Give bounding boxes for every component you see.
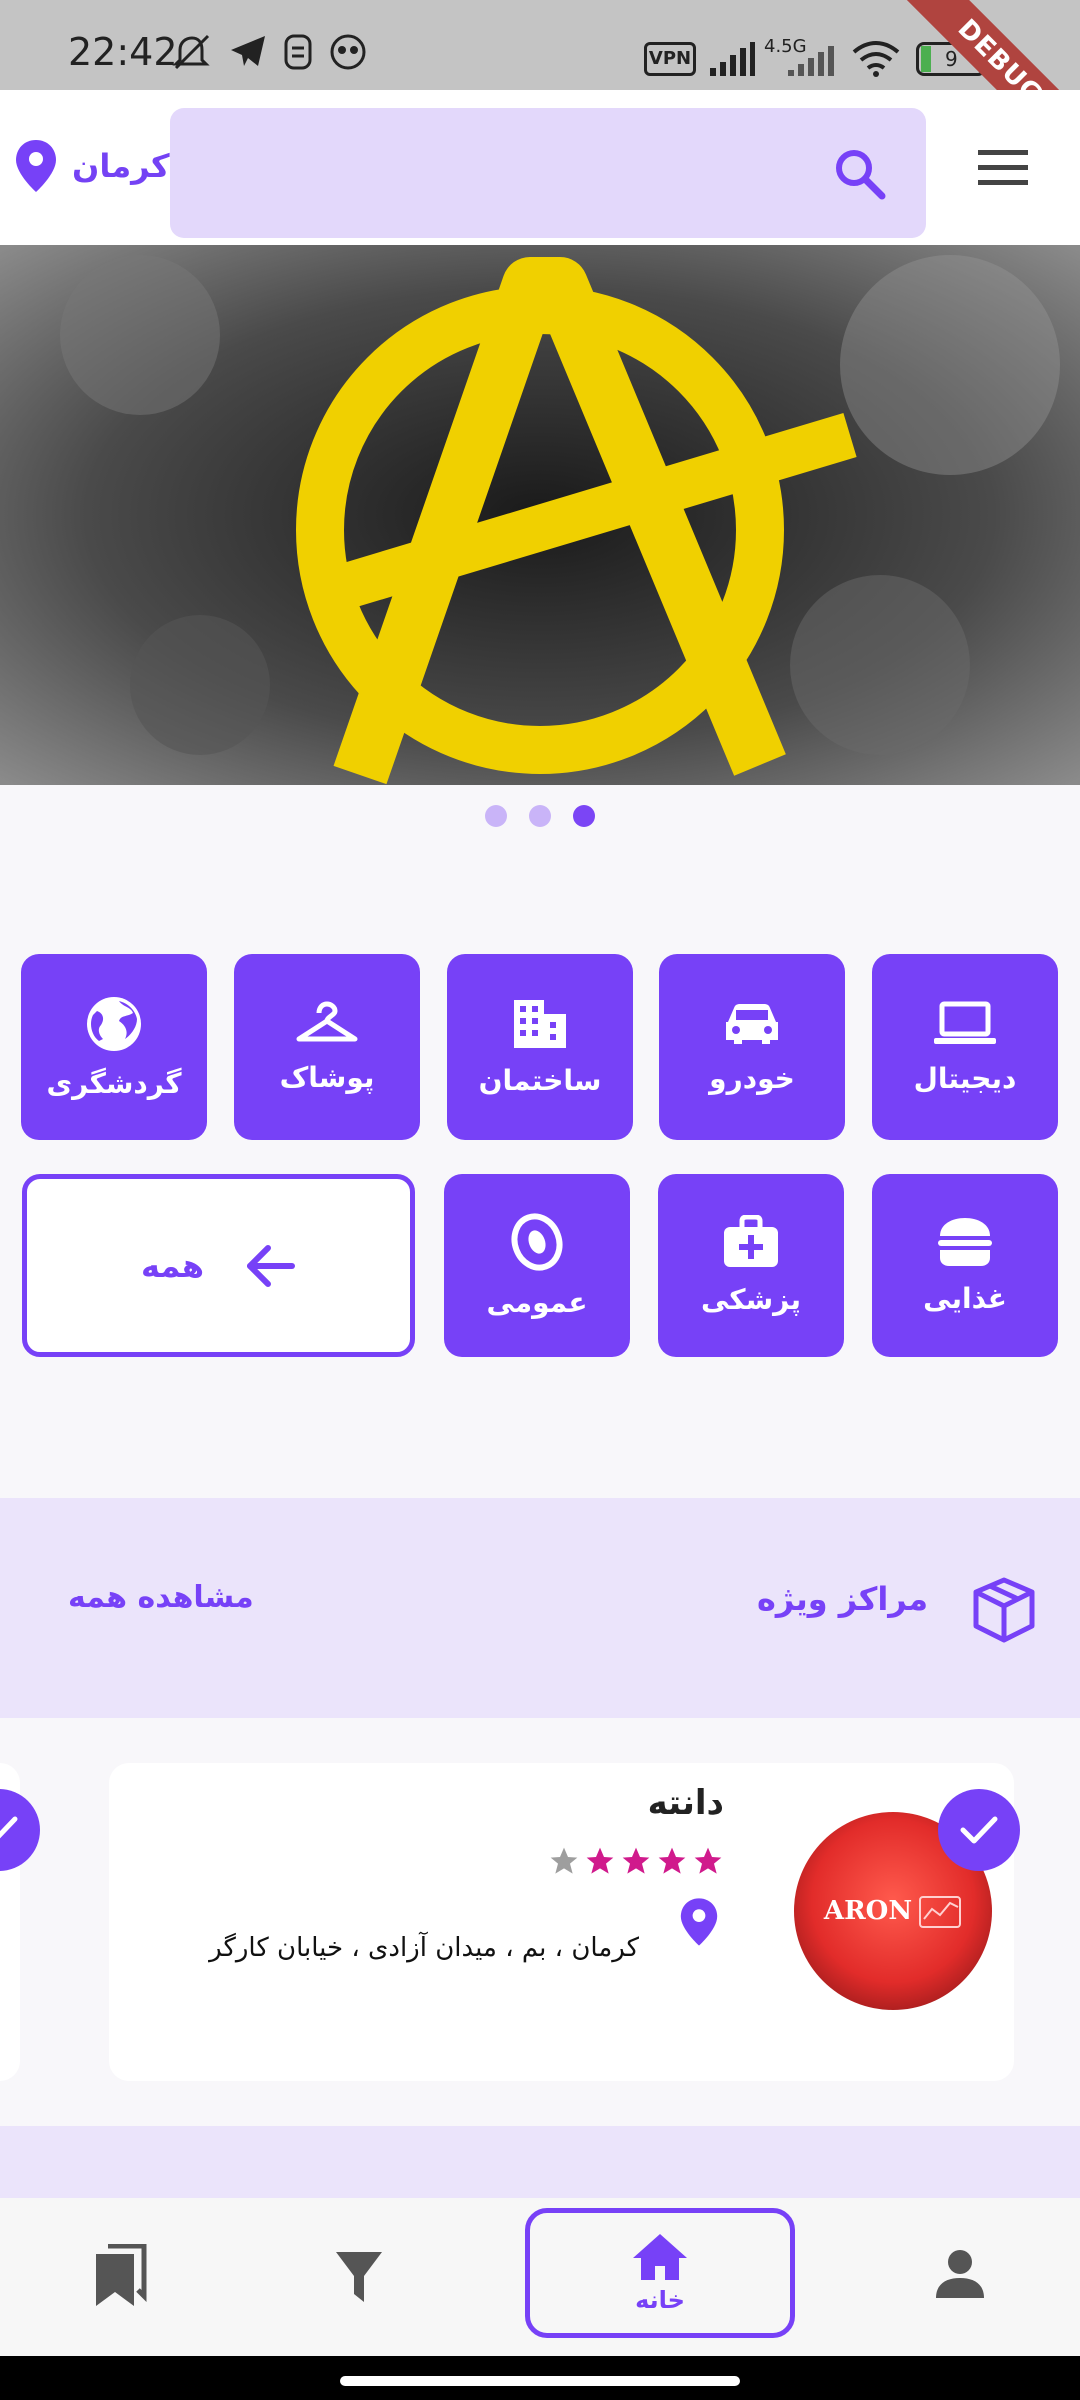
card-address: کرمان ، بم ، میدان آزادی ، خیابان کارگر: [209, 1933, 639, 1963]
star-filled-icon: [586, 1847, 614, 1874]
verified-check-badge: [938, 1789, 1020, 1871]
filter-icon[interactable]: [334, 2250, 384, 2304]
pagination-dot-active[interactable]: [573, 805, 595, 827]
star-filled-icon: [658, 1847, 686, 1874]
wifi-icon: [852, 41, 900, 77]
search-bar[interactable]: [170, 108, 926, 238]
laptop-icon: [934, 1001, 996, 1044]
building-icon: [514, 999, 566, 1048]
location-label: کرمان: [72, 147, 170, 185]
bookmarks-icon[interactable]: [94, 2244, 148, 2308]
address-pin-icon: [680, 1898, 718, 1946]
pagination-dot[interactable]: [485, 805, 507, 827]
status-time: 22:42: [68, 30, 178, 74]
category-label: پوشاک: [279, 1060, 375, 1094]
category-food[interactable]: غذایی: [872, 1174, 1058, 1357]
featured-title: مراکز ویژه: [756, 1580, 928, 1618]
category-label: پزشکی: [700, 1283, 802, 1316]
previous-card-check-badge: [0, 1789, 40, 1871]
star-filled-icon: [694, 1847, 722, 1874]
category-digital[interactable]: دیجیتال: [872, 954, 1058, 1140]
category-general[interactable]: عمومی: [444, 1174, 630, 1357]
sim-icon: [284, 34, 312, 70]
category-label: دیجیتال: [913, 1061, 1017, 1095]
check-icon: [0, 1816, 18, 1839]
telegram-icon: [231, 36, 265, 66]
next-section-strip: [0, 2126, 1080, 2198]
banner-pagination: [0, 805, 1080, 833]
status-bar: 22:42 VPN 4.5G 9 DEBUG: [0, 0, 1080, 184]
medical-kit-icon: [724, 1215, 778, 1267]
system-gesture-bar: [0, 2356, 1080, 2400]
burger-icon: [938, 1218, 992, 1266]
banner-image: [0, 245, 1080, 785]
app-icon: [330, 34, 366, 70]
card-title: دانته: [647, 1783, 724, 1823]
category-tourism[interactable]: گردشگری: [21, 954, 207, 1140]
signal-icon: [710, 42, 755, 76]
category-building[interactable]: ساختمان: [447, 954, 633, 1140]
category-car[interactable]: خودرو: [659, 954, 845, 1140]
category-label: ساختمان: [478, 1063, 602, 1097]
category-label: خودرو: [709, 1061, 795, 1095]
category-label: غذایی: [923, 1282, 1007, 1315]
logo-brand-text: ARON: [823, 1896, 913, 1926]
all-categories-button[interactable]: همه: [22, 1174, 415, 1357]
pagination-dot[interactable]: [529, 805, 551, 827]
car-icon: [726, 1003, 778, 1044]
hanger-icon: [296, 1001, 358, 1041]
menu-icon[interactable]: [976, 148, 1030, 188]
star-filled-icon: [622, 1847, 650, 1874]
banner-slider[interactable]: [0, 245, 1080, 785]
bottom-navigation: خانه: [0, 2198, 1080, 2356]
all-categories-label: همه: [140, 1246, 205, 1285]
rating-stars: [548, 1845, 724, 1877]
home-icon: [633, 2234, 687, 2280]
category-label: عمومی: [486, 1286, 588, 1319]
location-pin-icon: [16, 140, 56, 192]
person-icon[interactable]: [934, 2248, 986, 2300]
see-all-link[interactable]: مشاهده همه: [68, 1580, 254, 1615]
featured-section-header: مراکز ویژه مشاهده همه: [0, 1498, 1080, 1718]
logo-chart-icon: [919, 1896, 962, 1928]
category-label: گردشگری: [46, 1066, 182, 1100]
nav-home-label: خانه: [635, 2286, 685, 2314]
mute-icon: [172, 34, 210, 70]
star-empty-icon: [550, 1847, 578, 1874]
location-selector[interactable]: کرمان: [14, 138, 170, 194]
general-logo-icon: [511, 1213, 563, 1271]
vpn-icon: VPN: [644, 42, 696, 76]
home-indicator[interactable]: [340, 2376, 740, 2386]
check-icon: [960, 1816, 998, 1844]
search-icon[interactable]: [832, 146, 886, 200]
battery-level: 9: [945, 47, 958, 71]
arrow-left-icon: [247, 1244, 296, 1287]
globe-icon: [87, 996, 141, 1051]
app-header: کرمان: [0, 90, 1080, 245]
category-clothing[interactable]: پوشاک: [234, 954, 420, 1140]
category-medical[interactable]: پزشکی: [658, 1174, 844, 1357]
nav-home-button[interactable]: خانه: [525, 2208, 795, 2338]
signal-4g-icon: [788, 46, 834, 76]
box-icon: [973, 1577, 1035, 1643]
